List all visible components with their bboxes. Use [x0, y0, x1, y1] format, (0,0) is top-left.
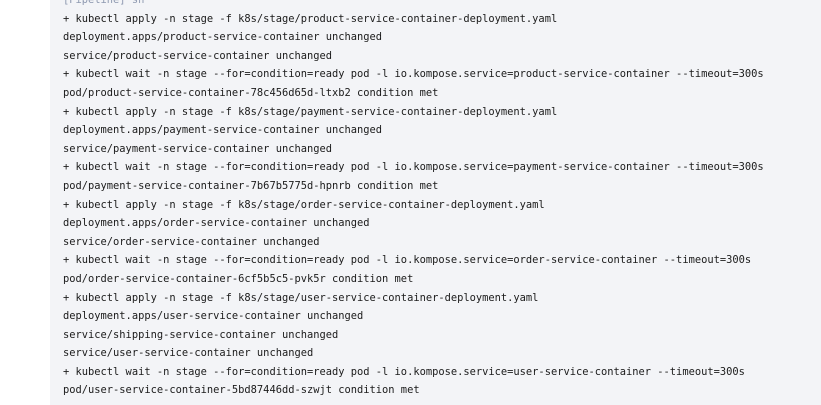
console-command-line: + kubectl apply -n stage -f k8s/stage/us… — [63, 291, 539, 304]
console-output-line: service/user-service-container unchanged — [63, 347, 314, 360]
console-command-line: + kubectl wait -n stage --for=condition=… — [63, 365, 745, 378]
console-command-line: + kubectl apply -n stage -f k8s/stage/or… — [63, 198, 545, 211]
console-output-line: deployment.apps/order-service-container … — [63, 217, 370, 230]
console-output-line: deployment.apps/payment-service-containe… — [63, 124, 383, 137]
console-command-line: + kubectl wait -n stage --for=condition=… — [63, 161, 764, 174]
console-output-line: pod/product-service-container-78c456d65d… — [63, 86, 439, 99]
console-output-line: pod/user-service-container-5bd87446dd-sz… — [63, 384, 420, 397]
console-output-line: pod/payment-service-container-7b67b5775d… — [63, 179, 439, 192]
console-command-line: + kubectl wait -n stage --for=condition=… — [63, 68, 764, 81]
console-output-line: deployment.apps/user-service-container u… — [63, 310, 364, 323]
console-output-line: service/payment-service-container unchan… — [63, 142, 332, 155]
console-output-line: pod/order-service-container-6cf5b5c5-pvk… — [63, 272, 414, 285]
console-output-line: service/order-service-container unchange… — [63, 235, 320, 248]
console-output-line: service/shipping-service-container uncha… — [63, 328, 339, 341]
console-command-line: + kubectl apply -n stage -f k8s/stage/pa… — [63, 105, 558, 118]
console-output-panel: [Pipeline] sh + kubectl apply -n stage -f… — [50, 0, 821, 405]
console-output-line: deployment.apps/product-service-containe… — [63, 31, 383, 44]
console-command-line: + kubectl apply -n stage -f k8s/stage/pr… — [63, 12, 558, 25]
console-lines: [Pipeline] sh + kubectl apply -n stage -f… — [63, 0, 764, 400]
console-output-line: service/product-service-container unchan… — [63, 49, 332, 62]
pipeline-step-label: [Pipeline] sh — [63, 0, 145, 6]
console-command-line: + kubectl wait -n stage --for=condition=… — [63, 254, 752, 267]
